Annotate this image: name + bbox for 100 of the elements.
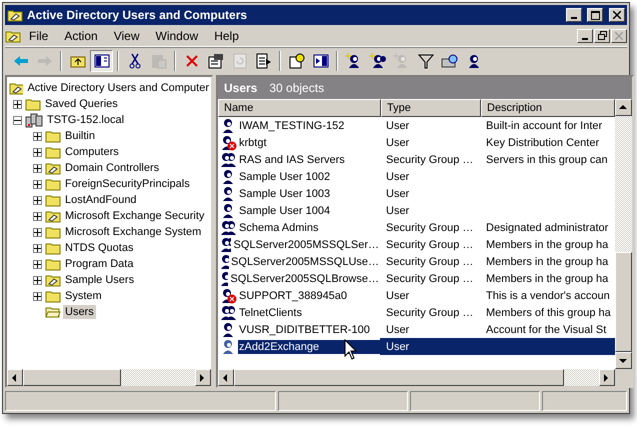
tree-item[interactable]: Microsoft Exchange System — [63, 225, 204, 239]
menu-item[interactable]: Help — [206, 26, 247, 44]
plus-icon — [34, 212, 41, 220]
tree-item[interactable]: NTDS Quotas — [63, 241, 136, 255]
tree-item[interactable]: Domain Controllers — [63, 161, 162, 175]
folder-icon — [45, 177, 61, 191]
tree-item[interactable]: LostAndFound — [63, 193, 139, 207]
close-button[interactable] — [609, 8, 625, 22]
name-cell[interactable]: SQLServer2005MSSQLSer… — [232, 238, 380, 252]
tree-item[interactable]: Microsoft Exchange Security — [63, 209, 206, 223]
tree-item[interactable]: System — [63, 289, 104, 303]
menu-item[interactable]: File — [21, 26, 56, 44]
name-cell[interactable]: zAdd2Exchange — [238, 340, 380, 354]
expand-toggle[interactable] — [33, 260, 42, 268]
expand-toggle[interactable] — [33, 164, 42, 172]
tree-item[interactable]: TSTG-152.local — [45, 113, 126, 127]
collapse-toggle[interactable] — [13, 116, 22, 124]
tree-item[interactable]: Builtin — [63, 129, 97, 143]
expand-toggle[interactable] — [33, 228, 42, 236]
type-cell-text: User — [385, 322, 410, 338]
plus-icon — [34, 180, 41, 188]
disabled-user-icon — [221, 134, 237, 150]
name-cell[interactable]: krbtgt — [238, 136, 380, 150]
name-cell[interactable]: Sample User 1002 — [238, 170, 380, 184]
group-icon — [221, 304, 237, 320]
name-cell[interactable]: SQLServer2005SQLBrowse… — [229, 272, 380, 286]
delete-icon — [184, 54, 198, 68]
column-header[interactable]: Type — [381, 99, 481, 117]
type-cell-text: Security Group … — [385, 152, 474, 168]
panes-icon — [94, 54, 110, 68]
type-cell-text: Security Group … — [385, 220, 474, 236]
tree-item[interactable]: Saved Queries — [43, 97, 120, 111]
minimize-button[interactable] — [577, 28, 593, 42]
pane-title: Users — [224, 81, 258, 95]
expand-toggle[interactable] — [33, 276, 42, 284]
column-header[interactable]: Name — [218, 99, 381, 117]
folder-icon — [45, 289, 61, 303]
name-cell[interactable]: Sample User 1004 — [238, 204, 380, 218]
type-cell-text: Security Group … — [385, 238, 474, 252]
minimize-icon — [571, 17, 577, 19]
tree-item[interactable]: Program Data — [63, 257, 136, 271]
organizational-unit-folder-icon — [9, 81, 24, 95]
tree-item[interactable]: Users — [63, 305, 96, 319]
menu-item[interactable]: Action — [56, 26, 106, 44]
plus-icon — [34, 260, 41, 268]
name-cell[interactable]: RAS and IAS Servers — [238, 152, 380, 166]
folder-up-icon — [70, 54, 86, 68]
new-group-icon — [368, 52, 386, 68]
maximize-icon — [590, 10, 600, 20]
name-cell[interactable]: Schema Admins — [238, 220, 380, 234]
menu-item[interactable]: Window — [148, 26, 206, 44]
expand-toggle[interactable] — [33, 180, 42, 188]
horizontal-scrollbar[interactable] — [7, 369, 211, 386]
plus-icon — [34, 228, 41, 236]
type-cell-text: User — [385, 170, 410, 184]
scissors-icon — [128, 52, 142, 68]
name-cell[interactable]: IWAM_TESTING-152 — [238, 118, 380, 132]
folder-icon — [45, 257, 61, 271]
close-button[interactable] — [611, 28, 627, 42]
horizontal-scrollbar[interactable] — [218, 369, 632, 386]
name-cell[interactable]: VUSR_DIDITBETTER-100 — [238, 322, 380, 336]
restore-button[interactable] — [594, 28, 610, 42]
maximize-button[interactable] — [587, 8, 603, 22]
tree-item[interactable]: Sample Users — [63, 273, 136, 287]
plus-icon — [14, 100, 21, 108]
name-cell[interactable]: TelnetClients — [238, 306, 380, 320]
description-cell-text: Members in the group ha — [485, 272, 610, 286]
expand-toggle[interactable] — [33, 132, 42, 140]
vertical-scrollbar[interactable] — [614, 99, 632, 369]
description-cell-text: Account for the Visual St — [485, 322, 608, 338]
plus-icon — [34, 244, 41, 252]
folder-icon — [45, 129, 61, 143]
expand-toggle[interactable] — [33, 148, 42, 156]
tree-item[interactable]: Active Directory Users and Computer — [25, 81, 211, 95]
restore-icon — [598, 31, 606, 40]
description-cell-text: Members in the group ha — [485, 254, 610, 270]
expand-toggle[interactable] — [33, 292, 42, 300]
folder-icon — [25, 97, 41, 111]
domain-servers-icon — [25, 112, 43, 128]
tree-item[interactable]: Computers — [63, 145, 121, 159]
close-icon — [615, 32, 623, 40]
name-cell[interactable]: Sample User 1003 — [238, 186, 380, 200]
expand-toggle[interactable] — [33, 196, 42, 204]
menu-item[interactable]: View — [106, 26, 148, 44]
name-cell[interactable]: SUPPORT_388945a0 — [238, 288, 380, 302]
organizational-unit-folder-icon — [45, 209, 61, 223]
toolbar-button[interactable] — [90, 50, 113, 72]
minimize-icon — [582, 38, 588, 40]
pane-icon — [312, 54, 328, 68]
expand-toggle[interactable] — [33, 212, 42, 220]
tree-item[interactable]: ForeignSecurityPrincipals — [63, 177, 192, 191]
filter-icon — [418, 52, 434, 68]
object-count: 30 objects — [269, 81, 324, 95]
organizational-unit-folder-icon — [45, 161, 61, 175]
minimize-button[interactable] — [566, 8, 582, 22]
expand-toggle[interactable] — [33, 244, 42, 252]
expand-toggle[interactable] — [13, 100, 22, 108]
name-cell[interactable]: SQLServer2005MSSQLUse… — [230, 254, 380, 268]
description-cell-text: Members in the group ha — [485, 238, 610, 252]
column-header[interactable]: Description — [481, 99, 615, 117]
